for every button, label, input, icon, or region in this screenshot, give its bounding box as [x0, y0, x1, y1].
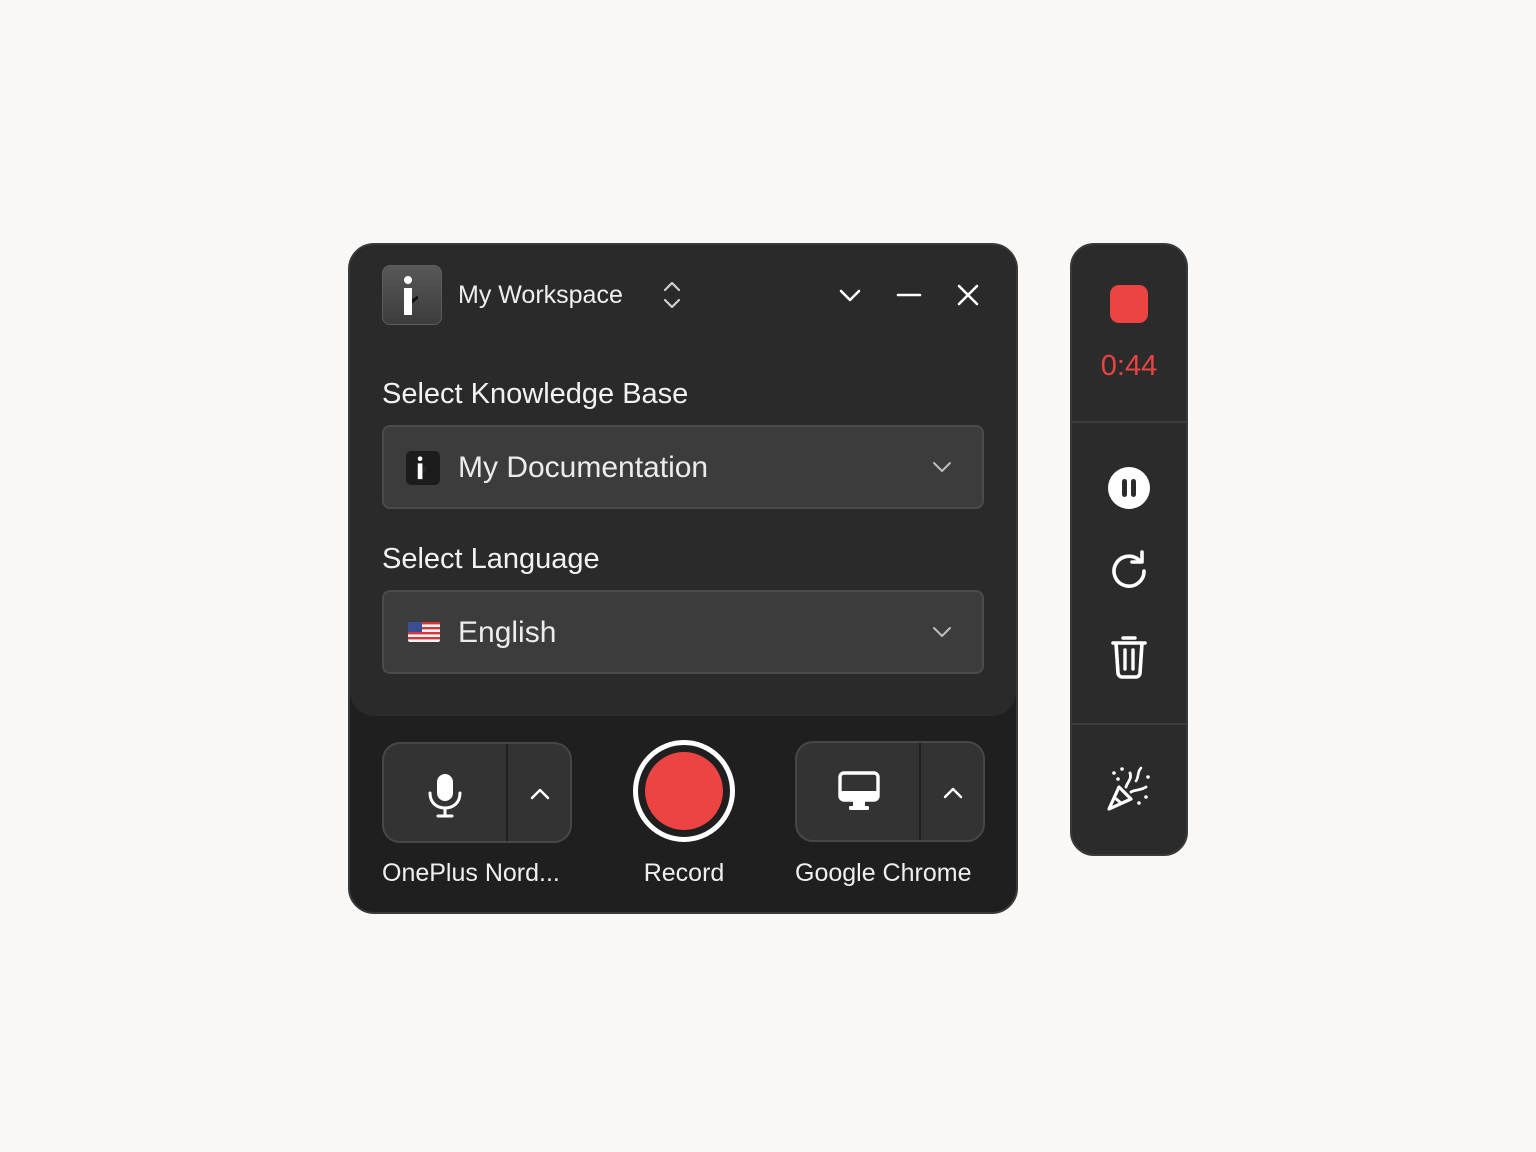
delete-button[interactable]	[1106, 633, 1152, 679]
screen-label: Google Chrome	[795, 859, 972, 887]
microphone-button[interactable]	[384, 744, 506, 841]
microphone-icon	[428, 774, 462, 818]
chevron-down-icon	[933, 462, 951, 472]
record-label: Record	[643, 859, 725, 887]
close-button[interactable]	[952, 279, 984, 311]
knowledge-base-logo	[406, 451, 440, 485]
panel-header: My Workspace	[382, 265, 986, 325]
pause-icon	[1108, 467, 1150, 509]
us-flag-icon	[408, 622, 440, 642]
restart-icon	[1112, 550, 1146, 588]
microphone-label: OnePlus Nord...	[382, 859, 560, 887]
chevron-up-icon	[530, 788, 550, 800]
recorder-panel: My Workspace Select Knowledge Base My Do…	[348, 243, 1018, 914]
minimize-icon	[896, 293, 922, 297]
brand-logo-icon	[404, 276, 418, 315]
record-dot-icon	[645, 752, 723, 830]
screen-control	[795, 741, 985, 842]
restart-button[interactable]	[1106, 548, 1152, 594]
screen-source-button[interactable]	[797, 743, 919, 840]
pause-button[interactable]	[1106, 465, 1152, 511]
recording-timer: 0:44	[1100, 350, 1158, 382]
knowledge-base-label: Select Knowledge Base	[382, 378, 689, 410]
language-label: Select Language	[382, 543, 600, 575]
workspace-logo	[382, 265, 442, 325]
workspace-name[interactable]: My Workspace	[458, 280, 623, 310]
finish-button[interactable]	[1106, 765, 1152, 811]
party-popper-icon	[1107, 766, 1150, 811]
knowledge-base-select[interactable]: My Documentation	[382, 425, 984, 509]
microphone-control	[382, 742, 572, 843]
recording-control-bar: 0:44	[1070, 243, 1188, 856]
record-button[interactable]	[633, 740, 735, 842]
settings-section: My Workspace Select Knowledge Base My Do…	[350, 245, 1016, 716]
chevron-down-icon	[933, 627, 951, 637]
minimize-button[interactable]	[893, 279, 925, 311]
microphone-options-button[interactable]	[508, 744, 570, 841]
screen-options-button[interactable]	[921, 743, 983, 840]
close-icon	[957, 284, 979, 306]
workspace-switch-button[interactable]	[660, 279, 684, 311]
up-down-chevron-icon	[663, 281, 681, 309]
language-value: English	[458, 616, 557, 649]
trash-icon	[1111, 636, 1147, 679]
monitor-icon	[838, 771, 880, 810]
divider	[1072, 421, 1186, 423]
language-select[interactable]: English	[382, 590, 984, 674]
chevron-down-icon	[839, 289, 861, 302]
divider	[1072, 723, 1186, 725]
stop-button[interactable]	[1110, 285, 1148, 323]
brand-logo-icon	[417, 456, 426, 480]
knowledge-base-value: My Documentation	[458, 451, 709, 484]
collapse-button[interactable]	[834, 279, 866, 311]
chevron-up-icon	[943, 787, 963, 799]
